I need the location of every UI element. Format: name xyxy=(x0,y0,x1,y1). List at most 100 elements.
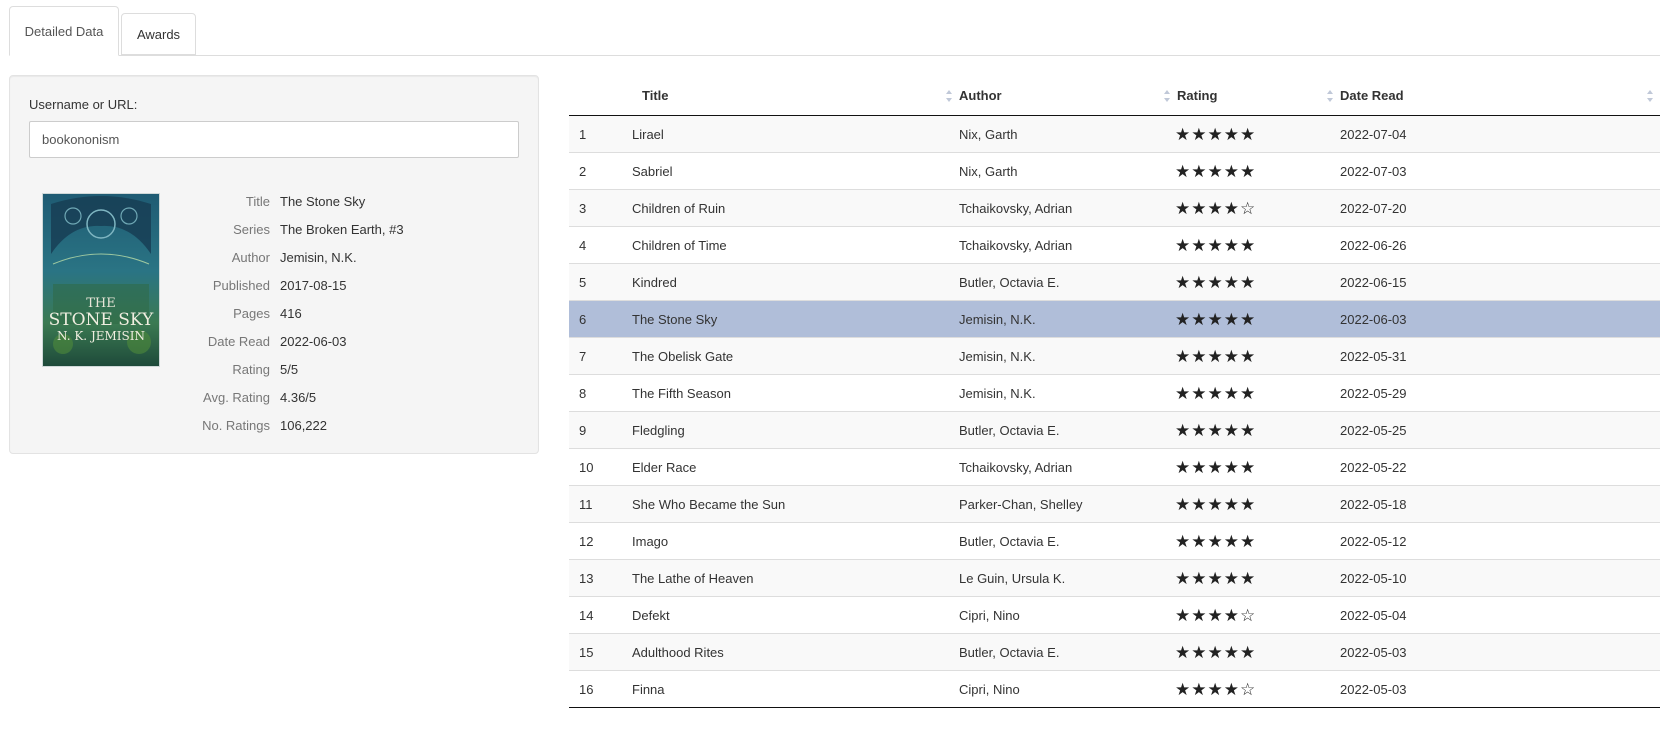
row-rating: ★ ★ ★ ★ ☆ xyxy=(1175,596,1340,634)
book-detail-panel: Username or URL: bookononism THE STONE S… xyxy=(9,75,539,454)
table-row[interactable]: 10 Elder Race Tchaikovsky, Adrian ★ ★ ★ ★ ★ 2022… xyxy=(569,448,1660,486)
table-row[interactable]: 15 Adulthood Rites Butler, Octavia E. ★ ★ ★ ★ ★… xyxy=(569,633,1660,671)
star-empty-icon: ☆ xyxy=(1240,605,1256,625)
table-row[interactable]: 9 Fledgling Butler, Octavia E. ★ ★ ★ ★ ★ 2022-05… xyxy=(569,411,1660,449)
header-num[interactable] xyxy=(569,75,632,116)
detail-title: Title The Stone Sky xyxy=(245,193,366,209)
row-author: Butler, Octavia E. xyxy=(959,522,1177,560)
star-filled-icon: ★ xyxy=(1207,605,1223,625)
row-date-read: 2022-06-26 xyxy=(1340,226,1660,264)
row-title: The Obelisk Gate xyxy=(632,337,959,375)
star-filled-icon: ★ xyxy=(1191,235,1207,255)
star-filled-icon: ★ xyxy=(1240,235,1256,255)
star-rating: ★ ★ ★ ★ ★ xyxy=(1175,459,1255,476)
svg-text:STONE SKY: STONE SKY xyxy=(49,310,155,330)
table-row[interactable]: 11 She Who Became the Sun Parker-Chan, She… xyxy=(569,485,1660,523)
table-row[interactable]: 13 The Lathe of Heaven Le Guin, Ursula K. ★… xyxy=(569,559,1660,597)
star-filled-icon: ★ xyxy=(1240,531,1256,551)
star-filled-icon: ★ xyxy=(1207,420,1223,440)
row-rating: ★ ★ ★ ★ ★ xyxy=(1175,263,1340,301)
star-rating: ★ ★ ★ ★ ★ xyxy=(1175,570,1255,587)
sort-icon xyxy=(1327,90,1333,102)
star-filled-icon: ★ xyxy=(1191,642,1207,662)
star-filled-icon: ★ xyxy=(1240,124,1256,144)
star-filled-icon: ★ xyxy=(1223,605,1239,625)
sort-icon xyxy=(1647,90,1653,102)
table-row[interactable]: 1 Lirael Nix, Garth ★ ★ ★ ★ ★ 2022-07-04 xyxy=(569,115,1660,153)
table-row[interactable]: 4 Children of Time Tchaikovsky, Adrian ★ ★ ★ ★… xyxy=(569,226,1660,264)
star-filled-icon: ★ xyxy=(1191,309,1207,329)
row-number: 5 xyxy=(569,263,632,301)
star-filled-icon: ★ xyxy=(1223,679,1239,699)
table-row[interactable]: 16 Finna Cipri, Nino ★ ★ ★ ★ ☆ 2022-05-03 xyxy=(569,670,1660,708)
row-date-read: 2022-07-04 xyxy=(1340,115,1660,153)
star-filled-icon: ★ xyxy=(1191,679,1207,699)
row-number: 9 xyxy=(569,411,632,449)
row-date-read: 2022-05-10 xyxy=(1340,559,1660,597)
row-number: 10 xyxy=(569,448,632,486)
header-title[interactable]: Title xyxy=(632,75,959,116)
header-rating[interactable]: Rating xyxy=(1177,75,1340,116)
star-filled-icon: ★ xyxy=(1240,309,1256,329)
star-filled-icon: ★ xyxy=(1240,642,1256,662)
star-filled-icon: ★ xyxy=(1207,198,1223,218)
star-rating: ★ ★ ★ ★ ★ xyxy=(1175,163,1255,180)
table-row[interactable]: 7 The Obelisk Gate Jemisin, N.K. ★ ★ ★ ★ ★ 2022-… xyxy=(569,337,1660,375)
sort-icon xyxy=(946,90,952,102)
star-rating: ★ ★ ★ ★ ★ xyxy=(1175,126,1255,143)
star-rating: ★ ★ ★ ★ ★ xyxy=(1175,348,1255,365)
row-number: 14 xyxy=(569,596,632,634)
row-rating: ★ ★ ★ ★ ★ xyxy=(1175,411,1340,449)
row-number: 13 xyxy=(569,559,632,597)
star-filled-icon: ★ xyxy=(1240,494,1256,514)
star-filled-icon: ★ xyxy=(1191,494,1207,514)
row-author: Jemisin, N.K. xyxy=(959,374,1177,412)
star-filled-icon: ★ xyxy=(1175,420,1191,440)
star-filled-icon: ★ xyxy=(1223,383,1239,403)
header-date-read[interactable]: Date Read xyxy=(1340,75,1660,116)
table-row[interactable]: 2 Sabriel Nix, Garth ★ ★ ★ ★ ★ 2022-07-03 xyxy=(569,152,1660,190)
row-number: 3 xyxy=(569,189,632,227)
row-rating: ★ ★ ★ ★ ★ xyxy=(1175,226,1340,264)
star-filled-icon: ★ xyxy=(1223,568,1239,588)
row-rating: ★ ★ ★ ★ ★ xyxy=(1175,485,1340,523)
row-author: Jemisin, N.K. xyxy=(959,337,1177,375)
table-row[interactable]: 5 Kindred Butler, Octavia E. ★ ★ ★ ★ ★ 2022-06-1… xyxy=(569,263,1660,301)
star-empty-icon: ☆ xyxy=(1240,198,1256,218)
table-row[interactable]: 3 Children of Ruin Tchaikovsky, Adrian ★ ★ ★ ★… xyxy=(569,189,1660,227)
star-filled-icon: ★ xyxy=(1175,457,1191,477)
row-number: 11 xyxy=(569,485,632,523)
star-filled-icon: ★ xyxy=(1175,309,1191,329)
table-row[interactable]: 14 Defekt Cipri, Nino ★ ★ ★ ★ ☆ 2022-05-04 xyxy=(569,596,1660,634)
star-filled-icon: ★ xyxy=(1175,124,1191,144)
detail-published: Published 2017-08-15 xyxy=(212,277,347,293)
row-date-read: 2022-05-25 xyxy=(1340,411,1660,449)
row-number: 15 xyxy=(569,633,632,671)
star-rating: ★ ★ ★ ★ ★ xyxy=(1175,274,1255,291)
row-rating: ★ ★ ★ ★ ★ xyxy=(1175,559,1340,597)
star-filled-icon: ★ xyxy=(1191,457,1207,477)
star-filled-icon: ★ xyxy=(1240,272,1256,292)
row-title: Fledgling xyxy=(632,411,959,449)
star-filled-icon: ★ xyxy=(1207,235,1223,255)
username-input[interactable]: bookononism xyxy=(29,121,519,158)
star-rating: ★ ★ ★ ★ ★ xyxy=(1175,496,1255,513)
table-row[interactable]: 8 The Fifth Season Jemisin, N.K. ★ ★ ★ ★ ★ 2022-… xyxy=(569,374,1660,412)
tab-detailed-data[interactable]: Detailed Data xyxy=(9,6,119,56)
table-header-row: Title Author Rating Date Read xyxy=(569,75,1660,116)
row-title: Defekt xyxy=(632,596,959,634)
star-filled-icon: ★ xyxy=(1223,494,1239,514)
tab-awards[interactable]: Awards xyxy=(121,13,196,55)
row-author: Butler, Octavia E. xyxy=(959,411,1177,449)
header-author[interactable]: Author xyxy=(959,75,1177,116)
table-row[interactable]: 6 The Stone Sky Jemisin, N.K. ★ ★ ★ ★ ★ 2022-06-… xyxy=(569,300,1660,338)
tab-bar: Detailed Data Awards xyxy=(9,6,1660,56)
star-filled-icon: ★ xyxy=(1175,346,1191,366)
row-number: 2 xyxy=(569,152,632,190)
star-filled-icon: ★ xyxy=(1207,124,1223,144)
row-number: 7 xyxy=(569,337,632,375)
row-author: Tchaikovsky, Adrian xyxy=(959,448,1177,486)
svg-text:THE: THE xyxy=(86,296,116,311)
table-row[interactable]: 12 Imago Butler, Octavia E. ★ ★ ★ ★ ★ 2022-05-12 xyxy=(569,522,1660,560)
star-filled-icon: ★ xyxy=(1175,494,1191,514)
